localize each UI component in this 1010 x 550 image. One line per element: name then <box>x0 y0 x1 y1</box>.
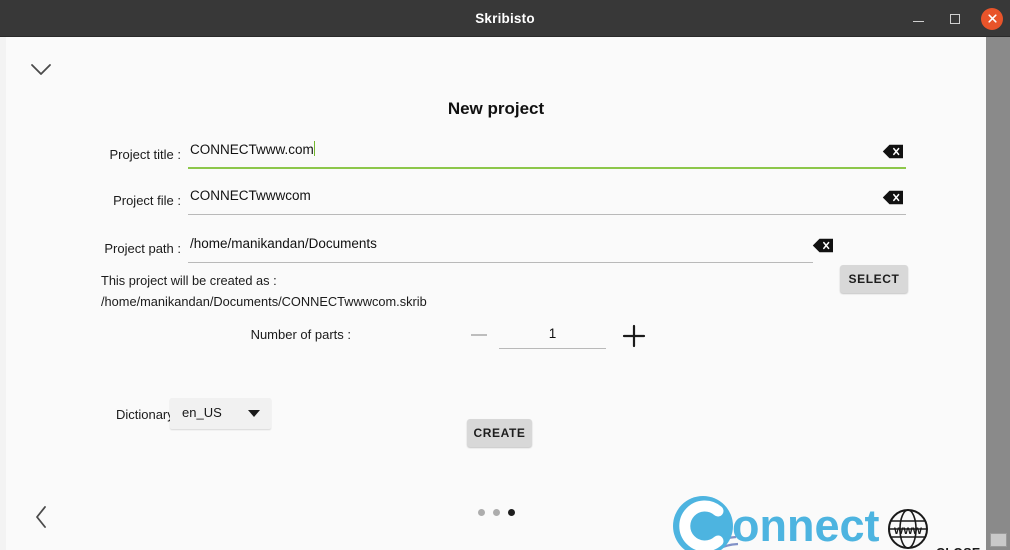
maximize-button[interactable] <box>943 7 967 31</box>
project-title-row: Project title : CONNECTwww.com <box>6 137 986 171</box>
number-of-parts-value: 1 <box>548 326 557 341</box>
close-button[interactable] <box>980 7 1004 31</box>
project-file-row: Project file : CONNECTwwwcom <box>6 183 986 217</box>
chevron-down-icon <box>248 410 260 417</box>
resize-grip[interactable] <box>990 533 1007 547</box>
select-path-button[interactable]: SELECT <box>840 265 908 293</box>
main-content: New project Project title : CONNECTwww.c… <box>6 37 986 550</box>
project-creation-info-line2: /home/manikandan/Documents/CONNECTwwwcom… <box>101 294 427 309</box>
page-indicator-dots <box>6 509 986 516</box>
collapse-panel-button[interactable] <box>24 59 58 85</box>
page-dot-3[interactable] <box>507 509 515 516</box>
window-controls <box>906 0 1004 37</box>
number-of-parts-row: Number of parts : 1 <box>6 323 986 353</box>
project-creation-info: This project will be created as : /home/… <box>101 270 427 312</box>
project-file-value: CONNECTwwwcom <box>190 188 311 203</box>
decrement-parts-button[interactable] <box>471 334 487 336</box>
page-dot-2[interactable] <box>492 509 500 516</box>
plus-icon <box>621 323 647 349</box>
maximize-icon <box>950 13 960 24</box>
chevron-down-icon <box>30 63 52 81</box>
project-title-clear-icon[interactable] <box>882 144 904 159</box>
minimize-icon <box>912 20 924 23</box>
page-dot-1[interactable] <box>477 509 485 516</box>
close-overlay-label: CLOSE <box>936 546 981 550</box>
project-file-label: Project file : <box>113 193 181 208</box>
minimize-button[interactable] <box>906 7 930 31</box>
application-window: Skribisto New project Project title: CO… <box>0 0 1010 550</box>
project-file-underline <box>188 214 906 215</box>
page-title: New project <box>447 99 545 118</box>
project-path-input[interactable]: /home/manikandan/Documents <box>188 231 813 263</box>
close-icon <box>981 7 1003 30</box>
project-creation-info-line1: This project will be created as : <box>101 273 277 288</box>
connect-watermark-logo: onnect www .com <box>670 483 960 550</box>
project-path-value: /home/manikandan/Documents <box>190 236 377 251</box>
text-caret <box>313 141 316 156</box>
svg-text:www: www <box>893 523 923 537</box>
window-frame-right <box>986 37 1010 550</box>
previous-page-button[interactable] <box>24 502 58 536</box>
number-of-parts-input[interactable]: 1 <box>499 323 606 349</box>
project-title-label: Project title : <box>109 147 181 162</box>
number-of-parts-underline <box>499 348 606 349</box>
create-project-button[interactable]: CREATE <box>467 419 532 447</box>
title-bar: Skribisto <box>0 0 1010 37</box>
dictionary-label: Dictionary : <box>115 407 181 422</box>
project-path-underline <box>188 262 813 263</box>
project-title-underline <box>188 167 906 169</box>
number-of-parts-label: Number of parts : <box>250 327 351 342</box>
svg-text:onnect: onnect <box>732 500 880 550</box>
project-title-value: CONNECTwww.com <box>190 142 314 157</box>
dictionary-value: en_US <box>182 405 222 420</box>
project-path-label: Project path : <box>104 241 181 256</box>
project-path-row: Project path : /home/manikandan/Document… <box>6 231 986 265</box>
increment-parts-button[interactable] <box>621 323 647 349</box>
project-file-input[interactable]: CONNECTwwwcom <box>188 183 906 215</box>
dictionary-select[interactable]: en_US <box>170 398 271 429</box>
project-file-clear-icon[interactable] <box>882 190 904 205</box>
window-title: Skribisto <box>475 10 535 26</box>
project-title-input[interactable]: CONNECTwww.com <box>188 137 906 169</box>
project-path-clear-icon[interactable] <box>812 238 834 253</box>
